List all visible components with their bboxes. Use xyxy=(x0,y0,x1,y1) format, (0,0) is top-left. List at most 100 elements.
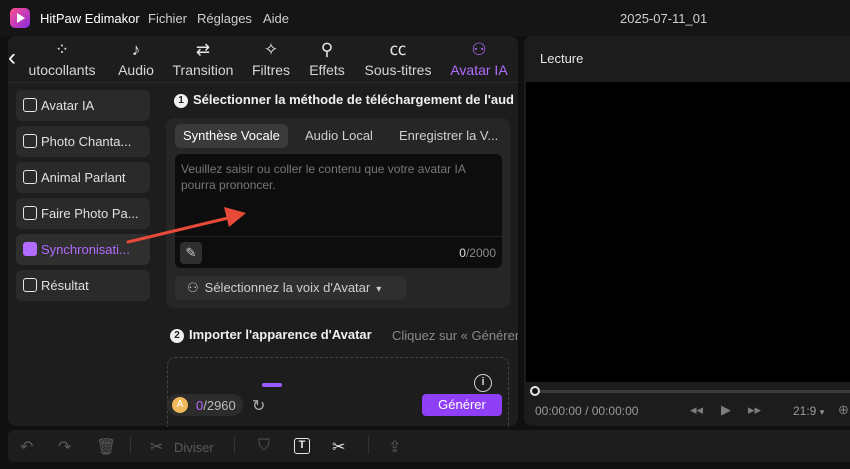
sidebar-item-photo-chantante[interactable]: Photo Chanta... xyxy=(16,126,150,157)
upload-zone-accent xyxy=(262,383,282,387)
chevron-down-icon: ▾ xyxy=(819,407,825,417)
toolbar-separator xyxy=(234,436,235,454)
tab-label: Transition xyxy=(172,62,234,78)
info-icon[interactable]: i xyxy=(474,374,492,392)
step-number: 2 xyxy=(170,329,184,343)
toolbar-separator xyxy=(130,436,131,454)
sync-icon xyxy=(23,242,37,256)
step2-heading: 2 Importer l'apparence d'Avatar xyxy=(170,327,372,343)
sticker-icon: ⁘ xyxy=(54,40,70,59)
playback-progress-bar[interactable] xyxy=(535,390,850,393)
app-title: HitPaw Edimakor xyxy=(40,11,140,26)
timecode: 00:00:00 / 00:00:00 xyxy=(535,404,638,418)
music-note-icon: ♪ xyxy=(131,40,141,59)
sidebar-item-label: Photo Chanta... xyxy=(41,134,132,149)
undo-icon[interactable]: ↶ xyxy=(20,437,33,457)
subtab-synthese-vocale[interactable]: Synthèse Vocale xyxy=(175,124,288,148)
export-frame-icon[interactable]: ⇪ xyxy=(388,437,401,457)
photo-talk-icon xyxy=(23,206,37,220)
avatar-ai-icon: ⚇ xyxy=(471,40,487,59)
playhead-knob[interactable] xyxy=(530,386,540,396)
magic-wand-icon: ⚲ xyxy=(320,40,334,59)
mask-icon[interactable]: ⛉ xyxy=(258,437,270,455)
char-counter: 0/2000 xyxy=(440,246,496,260)
animal-icon xyxy=(23,170,37,184)
sidebar-item-label: Animal Parlant xyxy=(41,170,126,185)
cc-icon: ㏄ xyxy=(389,40,407,59)
avatar-icon xyxy=(23,98,37,112)
zoom-icon[interactable]: ⊕ xyxy=(838,402,849,418)
bottom-toolbar xyxy=(8,430,850,462)
project-title: 2025-07-11_01 xyxy=(620,11,708,26)
voice-avatar-icon: ⚇ xyxy=(187,280,199,295)
credits-total: /2960 xyxy=(203,398,236,413)
tab-filtres[interactable]: ✧ Filtres xyxy=(248,38,294,82)
tab-label: Sous-titres xyxy=(364,62,432,78)
sidebar-item-animal-parlant[interactable]: Animal Parlant xyxy=(16,162,150,193)
time-current: 00:00:00 xyxy=(535,404,582,418)
coin-icon: A xyxy=(172,397,188,413)
step1-heading: 1 Sélectionner la méthode de téléchargeme… xyxy=(174,92,518,108)
menu-reglages[interactable]: Réglages xyxy=(197,11,252,26)
tab-audio[interactable]: ♪ Audio xyxy=(112,38,160,82)
transition-arrows-icon: ⇄ xyxy=(195,40,211,59)
menu-aide[interactable]: Aide xyxy=(263,11,289,26)
preview-title: Lecture xyxy=(540,51,584,66)
play-icon[interactable]: ▶ xyxy=(721,402,731,418)
toolbar-separator xyxy=(368,436,369,454)
aspect-ratio-value: 21:9 xyxy=(793,404,817,418)
split-icon[interactable]: ✂ xyxy=(150,437,163,457)
split-button-label[interactable]: Diviser xyxy=(174,440,214,455)
subtab-enregistrer[interactable]: Enregistrer la V... xyxy=(391,124,506,148)
delete-icon[interactable]: 🗑 xyxy=(96,437,116,457)
text-tool-icon[interactable]: T xyxy=(294,438,310,454)
step2-title: Importer l'apparence d'Avatar xyxy=(189,327,372,342)
menu-fichier[interactable]: Fichier xyxy=(148,11,187,26)
avatar-upload-zone[interactable] xyxy=(167,357,509,427)
tab-transition[interactable]: ⇄ Transition xyxy=(170,38,236,82)
tab-label: Effets xyxy=(309,62,345,78)
next-frame-icon[interactable]: ▸▸ xyxy=(748,402,761,418)
step-number: 1 xyxy=(174,94,188,108)
sidebar-item-avatar-ia[interactable]: Avatar IA xyxy=(16,90,150,121)
char-limit: /2000 xyxy=(465,246,496,260)
sparkle-icon: ✧ xyxy=(263,40,279,59)
tab-sous-titres[interactable]: ㏄ Sous-titres xyxy=(360,38,436,82)
generate-button[interactable]: Générer xyxy=(422,394,502,416)
char-count: 0 xyxy=(459,246,466,260)
photo-sing-icon xyxy=(23,134,37,148)
cut-scissors-icon[interactable]: ✂ xyxy=(332,437,345,457)
credits-value: 0/2960 xyxy=(196,398,236,413)
back-chevron-icon[interactable]: ‹ xyxy=(8,46,24,72)
refresh-icon[interactable]: ↻ xyxy=(252,396,265,416)
textarea-divider xyxy=(175,236,502,237)
textarea-placeholder: Veuillez saisir ou coller le contenu que… xyxy=(181,162,466,192)
tab-autocollants[interactable]: ⁘ utocollants xyxy=(24,38,100,82)
sidebar-item-resultat[interactable]: Résultat xyxy=(16,270,150,301)
step2-hint: Cliquez sur « Générer xyxy=(392,328,518,343)
sidebar-item-synchronisation[interactable]: Synchronisati... xyxy=(16,234,150,265)
prev-frame-icon[interactable]: ◂◂ xyxy=(690,402,703,418)
tabs-divider xyxy=(8,82,518,83)
video-canvas xyxy=(526,82,850,382)
app-logo-icon xyxy=(10,8,30,28)
result-icon xyxy=(23,278,37,292)
time-total: / 00:00:00 xyxy=(585,404,639,418)
magic-write-icon[interactable]: ✎ xyxy=(180,242,202,264)
aspect-ratio-select[interactable]: 21:9 ▾ xyxy=(793,404,824,418)
chevron-down-icon: ▾ xyxy=(376,284,382,295)
sidebar-item-label: Avatar IA xyxy=(41,98,95,113)
voice-button-label: Sélectionnez la voix d'Avatar xyxy=(204,280,371,295)
select-voice-button[interactable]: ⚇ Sélectionnez la voix d'Avatar ▾ xyxy=(175,276,406,300)
subtab-audio-local[interactable]: Audio Local xyxy=(297,124,381,148)
tab-effets[interactable]: ⚲ Effets xyxy=(304,38,350,82)
step1-title: Sélectionner la méthode de téléchargemen… xyxy=(193,92,514,107)
tab-label: utocollants xyxy=(28,62,96,78)
redo-icon[interactable]: ↷ xyxy=(58,437,71,457)
tab-label: Audio xyxy=(118,62,154,78)
sidebar-item-label: Faire Photo Pa... xyxy=(41,206,139,221)
sidebar-item-faire-photo-parler[interactable]: Faire Photo Pa... xyxy=(16,198,150,229)
sidebar-item-label: Résultat xyxy=(41,278,89,293)
tab-label: Filtres xyxy=(251,62,291,78)
tab-avatar-ia[interactable]: ⚇ Avatar IA xyxy=(446,38,512,82)
